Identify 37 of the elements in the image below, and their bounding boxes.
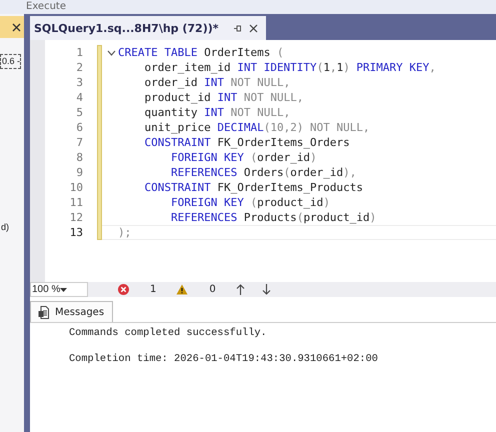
- line-number: 11: [68, 195, 83, 210]
- line-number: 5: [75, 105, 83, 120]
- line-number: 1: [75, 45, 83, 60]
- line-number: 2: [75, 60, 83, 75]
- line-number: 7: [75, 135, 83, 150]
- code-line: REFERENCES Products(product_id): [170, 210, 376, 225]
- line-number: 6: [75, 120, 83, 135]
- code-line: CREATE TABLE OrderItems (: [118, 45, 284, 60]
- code-line: order_item_id INT IDENTITY(1,1) PRIMARY KEY,: [143, 60, 436, 75]
- code-line: REFERENCES Orders(order_id),: [170, 165, 356, 180]
- line-number: 13: [68, 225, 83, 240]
- message-text: Commands completed successfully.: [69, 327, 268, 340]
- line-number: 12: [68, 210, 83, 225]
- zoom-dropdown[interactable]: 100 %: [30, 282, 88, 297]
- error-count: 1: [150, 284, 156, 295]
- tree-item[interactable]: 0.6 -: [0, 54, 22, 69]
- code-line: CONSTRAINT FK_OrderItems_Products: [143, 180, 364, 195]
- line-number: 4: [75, 90, 83, 105]
- code-line: product_id INT NOT NULL,: [143, 90, 304, 105]
- code-line: unit_price DECIMAL(10,2) NOT NULL,: [143, 120, 370, 135]
- tab-title: SQLQuery1.sq...8H7\hp (72))*: [34, 22, 219, 34]
- document-tab[interactable]: SQLQuery1.sq...8H7\hp (72))*: [30, 16, 266, 40]
- code-line: quantity INT NOT NULL,: [143, 105, 290, 120]
- line-number: 8: [75, 150, 83, 165]
- messages-tab[interactable]: Messages: [30, 301, 114, 322]
- code-line: order_id INT NOT NULL,: [143, 75, 290, 90]
- line-number: 3: [75, 75, 83, 90]
- code-line: FOREIGN KEY (order_id): [170, 150, 317, 165]
- line-number: 10: [68, 180, 83, 195]
- line-number: 9: [75, 165, 83, 180]
- message-text: Completion time: 2026-01-04T19:43:30.9310661+02:00: [69, 353, 379, 366]
- code-line: CONSTRAINT FK_OrderItems_Orders: [143, 135, 350, 150]
- warning-count: 0: [209, 284, 216, 295]
- tree-item[interactable]: d): [0, 221, 10, 234]
- code-line: FOREIGN KEY (product_id): [170, 195, 330, 210]
- execute-button[interactable]: Execute: [26, 1, 66, 13]
- code-line: );: [118, 225, 132, 240]
